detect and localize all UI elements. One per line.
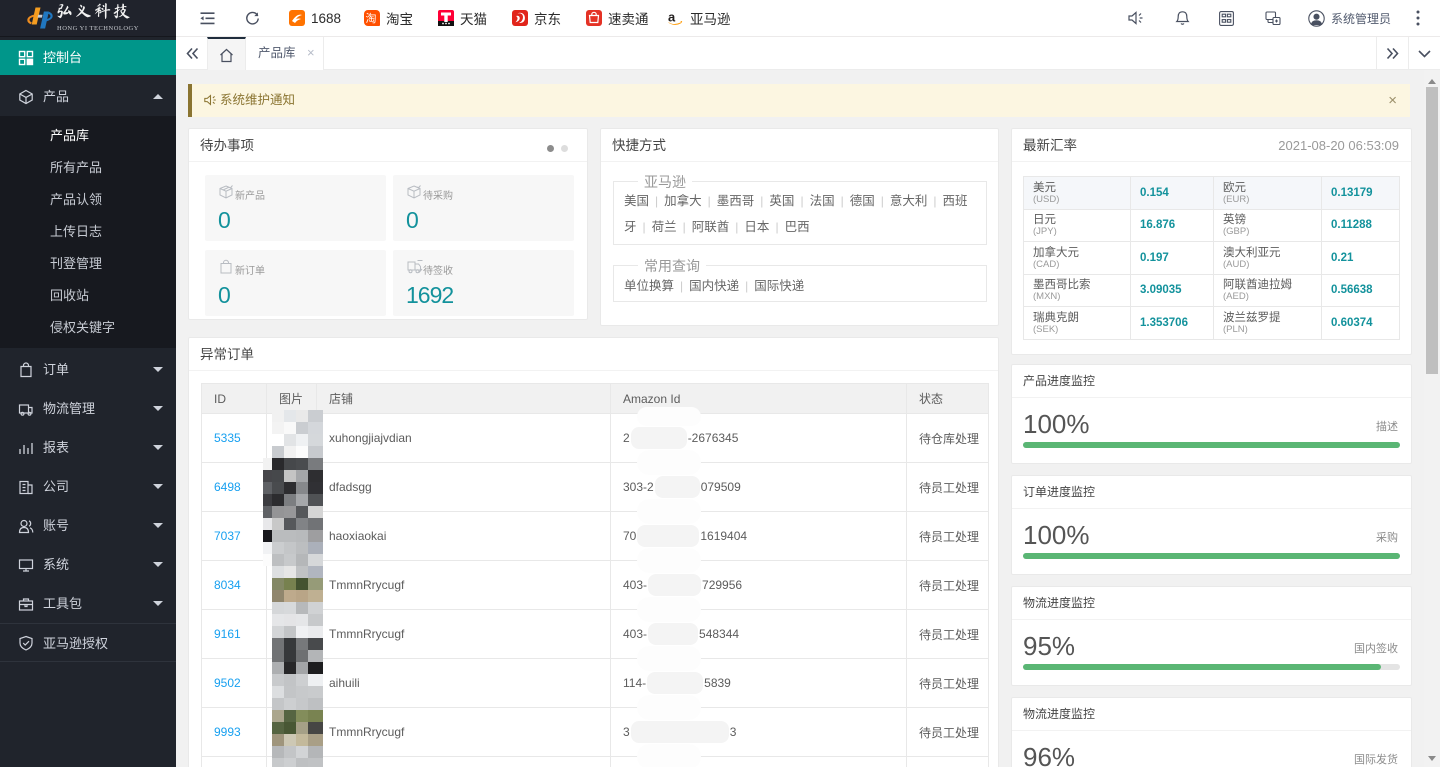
svg-text:a: a <box>668 10 676 25</box>
